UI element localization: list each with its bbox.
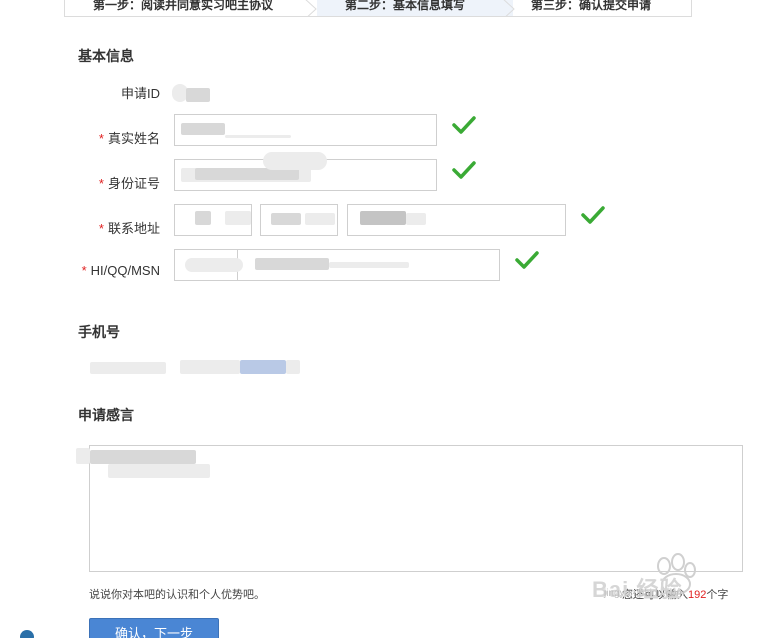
- apply-id-value-blur: [186, 88, 210, 102]
- step-1: 第一步：阅读并同意实习吧主协议: [93, 0, 274, 12]
- phone-value-blur: [286, 360, 300, 374]
- city-value-blur: [305, 213, 335, 225]
- address-value-blur: [360, 211, 406, 225]
- city-value-blur: [271, 213, 301, 225]
- check-icon: [515, 251, 539, 269]
- check-icon: [452, 116, 476, 134]
- step-arrow-icon: [503, 0, 515, 16]
- address-label: * 联系地址: [98, 221, 160, 236]
- im-select-and-input[interactable]: [174, 249, 500, 281]
- statement-text-blur: [90, 450, 196, 464]
- name-value-blur: [225, 135, 291, 138]
- id-card-label: * 身份证号: [98, 176, 160, 191]
- statement-hint: 说说你对本吧的认识和个人优势吧。: [89, 589, 265, 601]
- check-icon: [452, 161, 476, 179]
- im-type-blur: [185, 258, 243, 272]
- phone-label-blur: [90, 362, 166, 374]
- statement-text-blur: [108, 464, 210, 478]
- name-input[interactable]: [174, 114, 437, 146]
- step-2: 第二步：基本信息填写: [345, 0, 466, 12]
- id-card-input[interactable]: [174, 152, 437, 191]
- city-select[interactable]: [260, 204, 338, 236]
- phone-value-blur: [240, 360, 286, 374]
- step-bar: 第一步：阅读并同意实习吧主协议 第二步：基本信息填写 第三步：确认提交申请: [64, 0, 692, 17]
- phone-value-blur: [180, 360, 240, 374]
- step-3: 第三步：确认提交申请: [531, 0, 652, 12]
- submit-next-button[interactable]: 确认，下一步: [89, 618, 219, 638]
- statement-text-blur: [76, 448, 90, 464]
- apply-id-label: 申请ID: [120, 86, 160, 101]
- province-value-blur: [195, 211, 211, 225]
- im-value-blur: [329, 262, 409, 268]
- name-label: * 真实姓名: [98, 131, 160, 146]
- step-arrow-icon: [305, 0, 317, 16]
- id-card-value-blur: [263, 152, 327, 170]
- watermark-url: jingyan.baidu.com: [604, 588, 685, 599]
- im-value-blur: [255, 258, 329, 270]
- province-select[interactable]: [174, 204, 252, 236]
- province-value-blur: [225, 211, 251, 225]
- section-title-basic-info: 基本信息: [78, 48, 134, 64]
- section-title-statement: 申请感言: [78, 407, 134, 423]
- name-value-blur: [181, 123, 225, 135]
- address-value-blur: [406, 213, 426, 225]
- page-edge-icon: [20, 630, 34, 638]
- check-icon: [581, 206, 605, 224]
- section-title-phone: 手机号: [78, 324, 120, 340]
- im-label: * HI/QQ/MSN: [81, 263, 160, 278]
- address-detail-input[interactable]: [347, 204, 566, 236]
